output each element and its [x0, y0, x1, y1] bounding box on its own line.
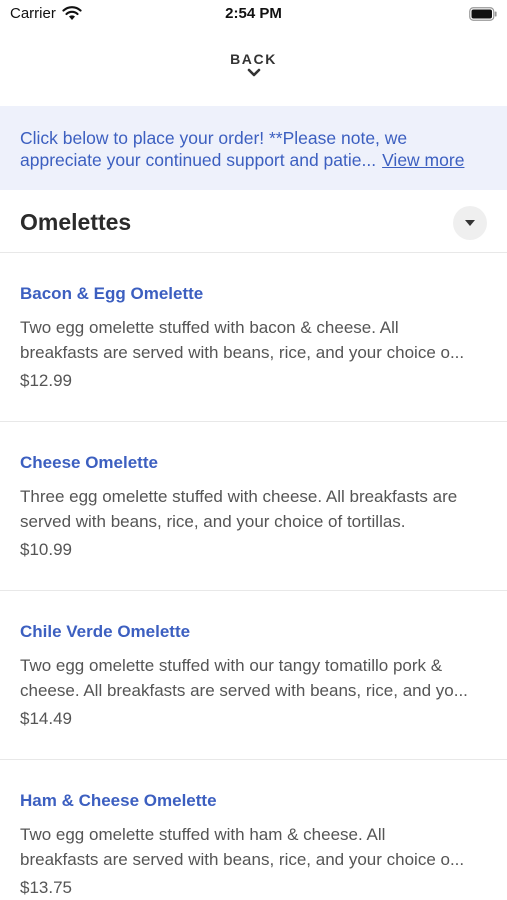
item-name[interactable]: Ham & Cheese Omelette	[20, 791, 217, 811]
menu-item[interactable]: Chile Verde Omelette Two egg omelette st…	[0, 591, 507, 760]
status-time: 2:54 PM	[225, 5, 282, 22]
item-name[interactable]: Chile Verde Omelette	[20, 622, 190, 642]
notice-line-1: Click below to place your order! **Pleas…	[20, 128, 408, 148]
item-description: Two egg omelette stuffed with our tangy …	[20, 653, 488, 703]
battery-icon	[469, 7, 497, 21]
item-description-line: Two egg omelette stuffed with bacon & ch…	[20, 318, 399, 337]
item-description-line: Two egg omelette stuffed with our tangy …	[20, 656, 443, 675]
menu-item[interactable]: Bacon & Egg Omelette Two egg omelette st…	[0, 253, 507, 422]
item-price: $12.99	[20, 371, 72, 390]
item-description: Two egg omelette stuffed with ham & chee…	[20, 822, 488, 872]
item-price: $14.49	[20, 709, 72, 728]
item-price: $10.99	[20, 540, 72, 559]
section-collapse-button[interactable]	[453, 206, 487, 240]
back-button[interactable]: BACK	[0, 51, 507, 78]
section-title: Omelettes	[20, 209, 132, 235]
menu-item[interactable]: Cheese Omelette Three egg omelette stuff…	[0, 422, 507, 591]
item-description: Two egg omelette stuffed with bacon & ch…	[20, 315, 488, 365]
view-more-link[interactable]: View more	[382, 150, 464, 170]
item-name[interactable]: Bacon & Egg Omelette	[20, 284, 203, 304]
notice-line-2-text: appreciate your continued support and pa…	[20, 150, 377, 170]
menu-item-list: Bacon & Egg Omelette Two egg omelette st…	[0, 253, 507, 900]
item-price: $13.75	[20, 878, 72, 897]
item-description-line: served with beans, rice, and your choice…	[20, 512, 406, 531]
menu-item[interactable]: Ham & Cheese Omelette Two egg omelette s…	[0, 760, 507, 900]
item-description-line: cheese. All breakfasts are served with b…	[20, 681, 468, 700]
item-description-line: breakfasts are served with beans, rice, …	[20, 343, 465, 362]
notice-line-2: appreciate your continued support and pa…	[20, 149, 487, 171]
back-label: BACK	[230, 51, 277, 67]
status-bar: Carrier 2:54 PM	[0, 0, 507, 30]
chevron-down-icon	[247, 68, 260, 77]
caret-down-icon	[465, 220, 475, 226]
item-description-line: Two egg omelette stuffed with ham & chee…	[20, 825, 386, 844]
notice-text: Click below to place your order! **Pleas…	[20, 127, 487, 171]
item-description: Three egg omelette stuffed with cheese. …	[20, 484, 488, 534]
item-description-line: Three egg omelette stuffed with cheese. …	[20, 487, 458, 506]
item-name[interactable]: Cheese Omelette	[20, 453, 158, 473]
order-notice-banner: Click below to place your order! **Pleas…	[0, 106, 507, 190]
section-header-omelettes[interactable]: Omelettes	[0, 190, 507, 253]
item-description-line: breakfasts are served with beans, rice, …	[20, 850, 465, 869]
